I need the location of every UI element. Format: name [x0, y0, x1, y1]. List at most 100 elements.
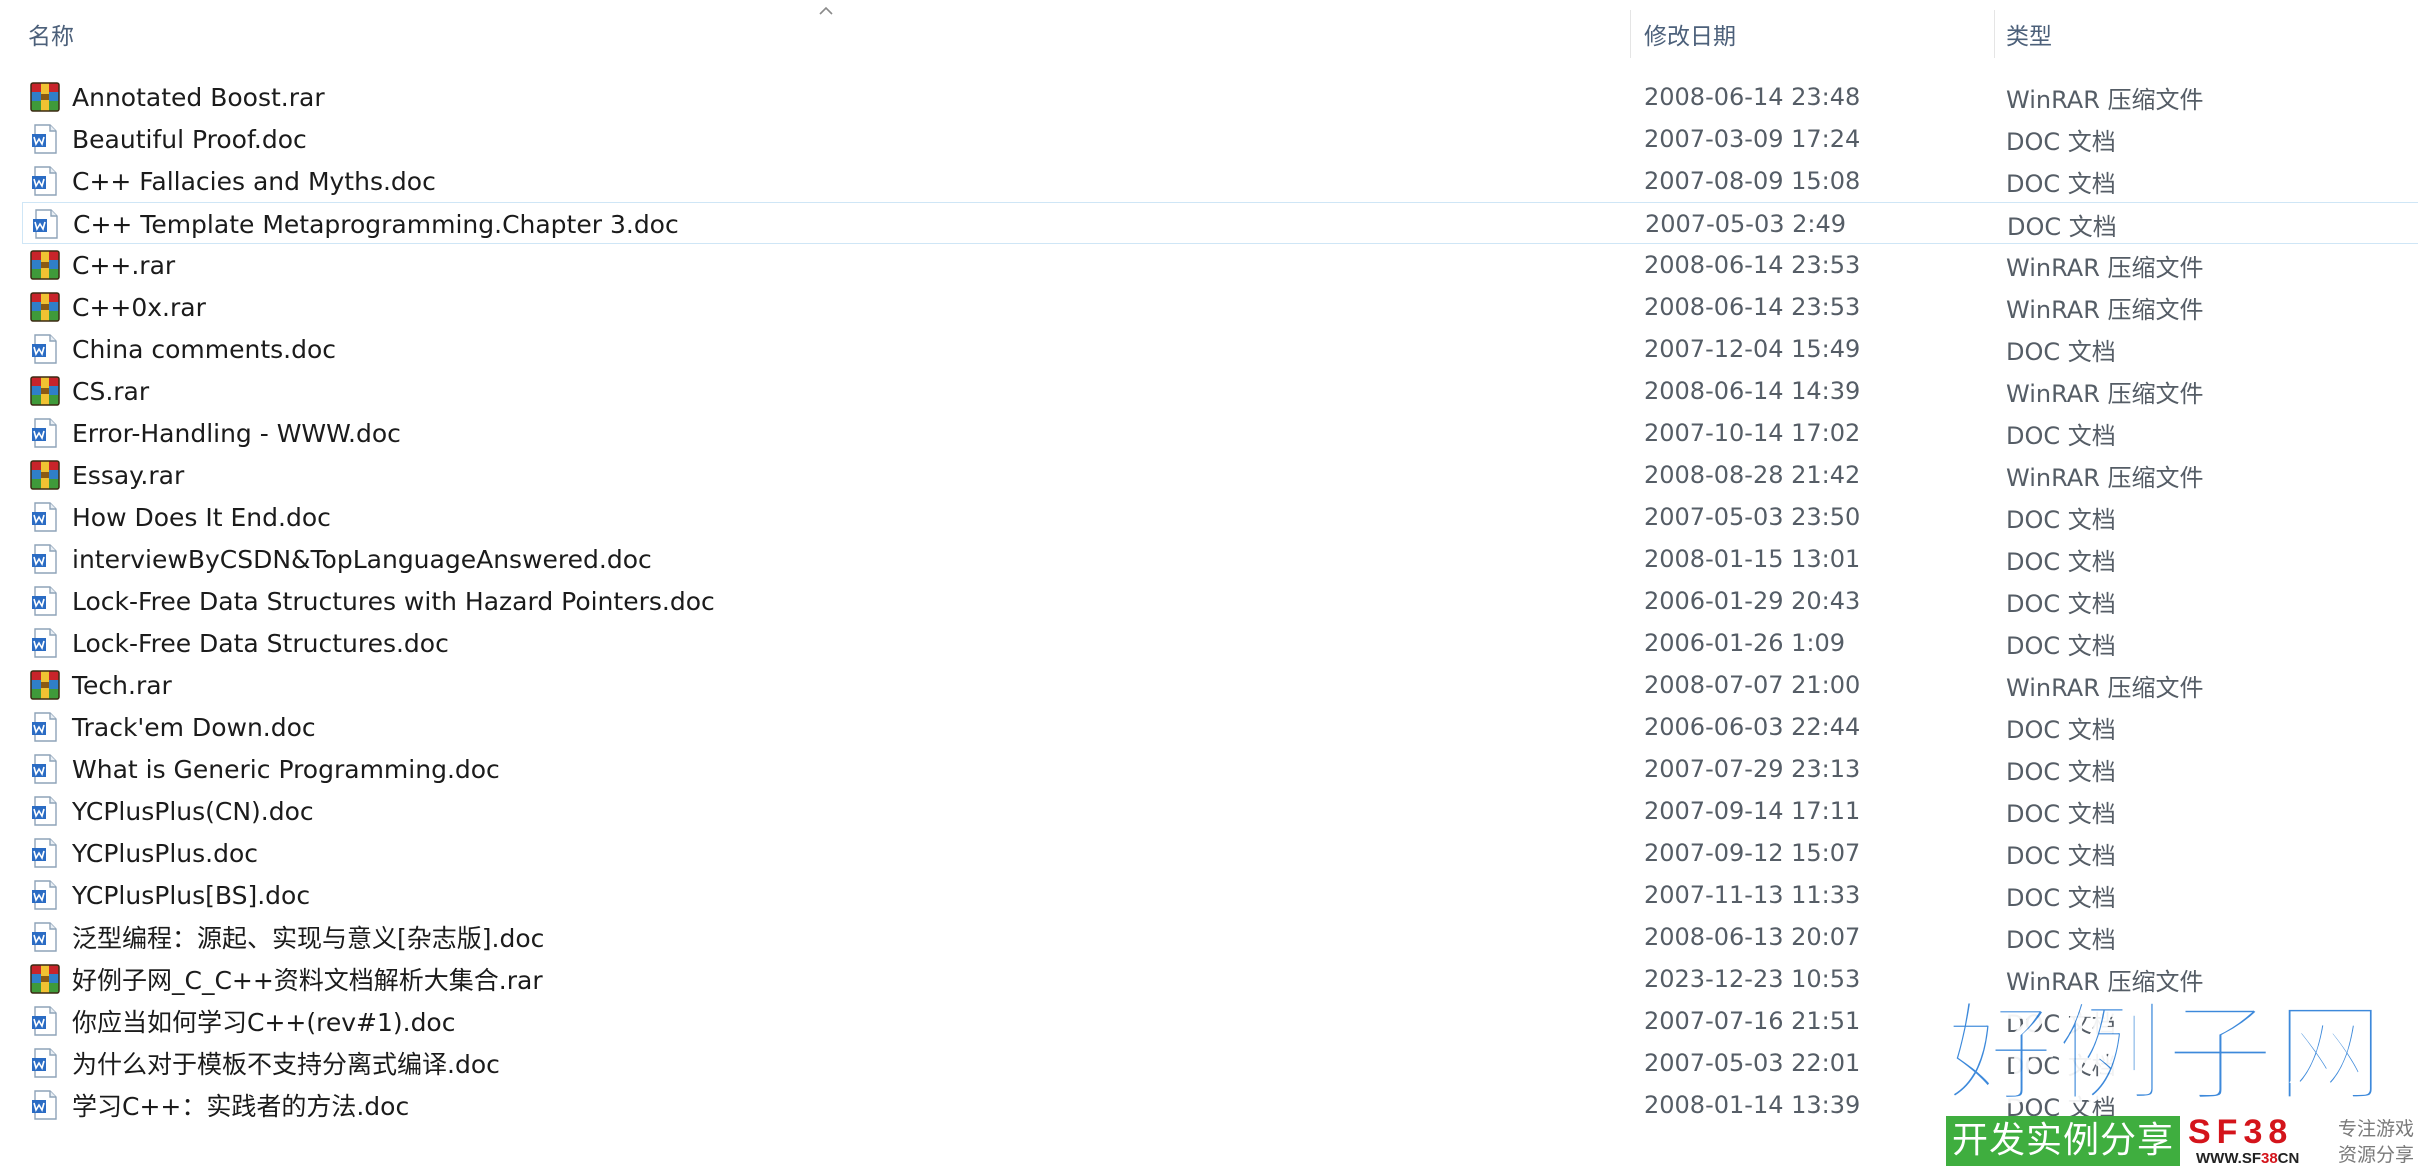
- file-row[interactable]: YCPlusPlus.doc 2007-09-12 15:07 DOC 文档: [0, 832, 2418, 874]
- file-name-cell[interactable]: 泛型编程：源起、实现与意义[杂志版].doc: [28, 916, 544, 958]
- winrar-archive-icon: [28, 248, 72, 282]
- file-name: 你应当如何学习C++(rev#1).doc: [72, 1008, 456, 1037]
- file-type: DOC 文档: [2006, 337, 2116, 366]
- file-name: interviewByCSDN&TopLanguageAnswered.doc: [72, 544, 652, 574]
- file-modified-date: 2008-06-14 14:39: [1644, 377, 1861, 405]
- file-modified-date: 2008-01-15 13:01: [1644, 545, 1861, 573]
- file-row[interactable]: C++ Template Metaprogramming.Chapter 3.d…: [22, 202, 2418, 244]
- file-name-cell[interactable]: 好例子网_C_C++资料文档解析大集合.rar: [28, 958, 543, 1000]
- file-row[interactable]: YCPlusPlus(CN).doc 2007-09-14 17:11 DOC 文档: [0, 790, 2418, 832]
- file-row[interactable]: Error-Handling - WWW.doc 2007-10-14 17:02…: [0, 412, 2418, 454]
- file-modified-date: 2007-12-04 15:49: [1644, 335, 1861, 363]
- winrar-archive-icon: [28, 458, 72, 492]
- file-name-cell[interactable]: 你应当如何学习C++(rev#1).doc: [28, 1000, 455, 1042]
- file-name-cell[interactable]: Lock-Free Data Structures.doc: [28, 622, 449, 664]
- word-document-icon: [28, 710, 72, 744]
- file-modified-date: 2007-10-14 17:02: [1644, 419, 1861, 447]
- file-modified-date: 2008-07-07 21:00: [1644, 671, 1861, 699]
- watermark-tagline: 专注游戏 资源分享: [2338, 1116, 2414, 1168]
- word-document-icon: [28, 542, 72, 576]
- file-type: DOC 文档: [2006, 127, 2116, 156]
- file-row[interactable]: How Does It End.doc 2007-05-03 23:50 DOC 文…: [0, 496, 2418, 538]
- column-header-modified-date[interactable]: 修改日期: [1630, 0, 1994, 68]
- file-modified-date: 2007-05-03 2:49: [1645, 210, 1846, 238]
- file-row[interactable]: interviewByCSDN&TopLanguageAnswered.doc 2…: [0, 538, 2418, 580]
- file-type: DOC 文档: [2006, 757, 2116, 786]
- file-name-cell[interactable]: 学习C++：实践者的方法.doc: [28, 1084, 409, 1126]
- file-name-cell[interactable]: Error-Handling - WWW.doc: [28, 412, 401, 454]
- file-row[interactable]: Beautiful Proof.doc 2007-03-09 17:24 DOC 文…: [0, 118, 2418, 160]
- file-name-cell[interactable]: interviewByCSDN&TopLanguageAnswered.doc: [28, 538, 652, 580]
- word-document-icon: [28, 332, 72, 366]
- file-row[interactable]: Annotated Boost.rar 2008-06-14 23:48 WinRA…: [0, 76, 2418, 118]
- file-type: DOC 文档: [2006, 631, 2116, 660]
- file-name-cell[interactable]: YCPlusPlus.doc: [28, 832, 258, 874]
- watermark-logo: 好例子网 开发实例分享 SF38 WWW.SF38CN 专注游戏 资源分享: [1940, 998, 2418, 1174]
- file-name-cell[interactable]: Track'em Down.doc: [28, 706, 316, 748]
- column-header-row: 名称 修改日期 类型: [0, 0, 2418, 68]
- file-row[interactable]: Lock-Free Data Structures with Hazard Po…: [0, 580, 2418, 622]
- file-name-cell[interactable]: 为什么对于模板不支持分离式编译.doc: [28, 1042, 500, 1084]
- watermark-url-highlight: 38: [2260, 1150, 2278, 1167]
- word-document-icon: [28, 416, 72, 450]
- file-name-cell[interactable]: C++ Fallacies and Myths.doc: [28, 160, 436, 202]
- file-name: 好例子网_C_C++资料文档解析大集合.rar: [72, 966, 543, 995]
- word-document-icon: [28, 1004, 72, 1038]
- file-row[interactable]: YCPlusPlus[BS].doc 2007-11-13 11:33 DOC 文档: [0, 874, 2418, 916]
- file-name: 泛型编程：源起、实现与意义[杂志版].doc: [72, 924, 545, 953]
- file-name: China comments.doc: [72, 334, 337, 364]
- file-name-cell[interactable]: C++ Template Metaprogramming.Chapter 3.d…: [29, 203, 679, 245]
- file-row[interactable]: CS.rar 2008-06-14 14:39 WinRAR 压缩文件: [0, 370, 2418, 412]
- file-name: How Does It End.doc: [72, 502, 331, 532]
- file-name-cell[interactable]: Beautiful Proof.doc: [28, 118, 307, 160]
- file-row[interactable]: C++ Fallacies and Myths.doc 2007-08-09 15…: [0, 160, 2418, 202]
- file-modified-date: 2007-09-12 15:07: [1644, 839, 1861, 867]
- word-document-icon: [28, 626, 72, 660]
- file-row[interactable]: Track'em Down.doc 2006-06-03 22:44 DOC 文档: [0, 706, 2418, 748]
- file-row[interactable]: Tech.rar 2008-07-07 21:00 WinRAR 压缩文件: [0, 664, 2418, 706]
- column-header-type[interactable]: 类型: [1994, 0, 2418, 68]
- file-row[interactable]: C++.rar 2008-06-14 23:53 WinRAR 压缩文件: [0, 244, 2418, 286]
- file-name: Lock-Free Data Structures with Hazard Po…: [72, 586, 715, 616]
- file-row[interactable]: C++0x.rar 2008-06-14 23:53 WinRAR 压缩文件: [0, 286, 2418, 328]
- file-name: Error-Handling - WWW.doc: [72, 418, 401, 448]
- file-name: C++0x.rar: [72, 292, 206, 322]
- file-modified-date: 2008-06-13 20:07: [1644, 923, 1861, 951]
- file-name: What is Generic Programming.doc: [72, 754, 500, 784]
- file-name: YCPlusPlus(CN).doc: [72, 796, 314, 826]
- winrar-archive-icon: [28, 374, 72, 408]
- file-name-cell[interactable]: How Does It End.doc: [28, 496, 331, 538]
- file-name-cell[interactable]: Essay.rar: [28, 454, 184, 496]
- word-document-icon: [28, 500, 72, 534]
- file-modified-date: 2006-01-29 20:43: [1644, 587, 1861, 615]
- file-explorer-list-view: 名称 修改日期 类型 Annotated Boost.rar 2008-06-14…: [0, 0, 2418, 1174]
- file-modified-date: 2008-06-14 23:53: [1644, 293, 1861, 321]
- file-row[interactable]: China comments.doc 2007-12-04 15:49 DOC 文档: [0, 328, 2418, 370]
- file-type: WinRAR 压缩文件: [2006, 295, 2204, 324]
- file-name-cell[interactable]: What is Generic Programming.doc: [28, 748, 500, 790]
- file-name-cell[interactable]: Tech.rar: [28, 664, 172, 706]
- file-modified-date: 2007-03-09 17:24: [1644, 125, 1861, 153]
- file-name-cell[interactable]: C++0x.rar: [28, 286, 206, 328]
- column-header-date-label: 修改日期: [1644, 24, 1736, 50]
- file-modified-date: 2007-07-16 21:51: [1644, 1007, 1861, 1035]
- file-name-cell[interactable]: YCPlusPlus(CN).doc: [28, 790, 314, 832]
- file-name-cell[interactable]: C++.rar: [28, 244, 175, 286]
- file-name: C++.rar: [72, 250, 176, 280]
- file-name-cell[interactable]: Annotated Boost.rar: [28, 76, 325, 118]
- file-name: Essay.rar: [72, 460, 185, 490]
- word-document-icon: [28, 836, 72, 870]
- winrar-archive-icon: [28, 80, 72, 114]
- file-row[interactable]: Lock-Free Data Structures.doc 2006-01-26 …: [0, 622, 2418, 664]
- file-name-cell[interactable]: YCPlusPlus[BS].doc: [28, 874, 310, 916]
- file-name-cell[interactable]: Lock-Free Data Structures with Hazard Po…: [28, 580, 715, 622]
- file-row[interactable]: 泛型编程：源起、实现与意义[杂志版].doc 2008-06-13 20:07 DO…: [0, 916, 2418, 958]
- file-name-cell[interactable]: CS.rar: [28, 370, 149, 412]
- file-name: 学习C++：实践者的方法.doc: [72, 1092, 410, 1121]
- file-name-cell[interactable]: China comments.doc: [28, 328, 336, 370]
- file-row[interactable]: Essay.rar 2008-08-28 21:42 WinRAR 压缩文件: [0, 454, 2418, 496]
- file-type: DOC 文档: [2006, 169, 2116, 198]
- file-name: Lock-Free Data Structures.doc: [72, 628, 449, 658]
- watermark-url-suffix: CN: [2277, 1150, 2300, 1167]
- file-row[interactable]: What is Generic Programming.doc 2007-07-2…: [0, 748, 2418, 790]
